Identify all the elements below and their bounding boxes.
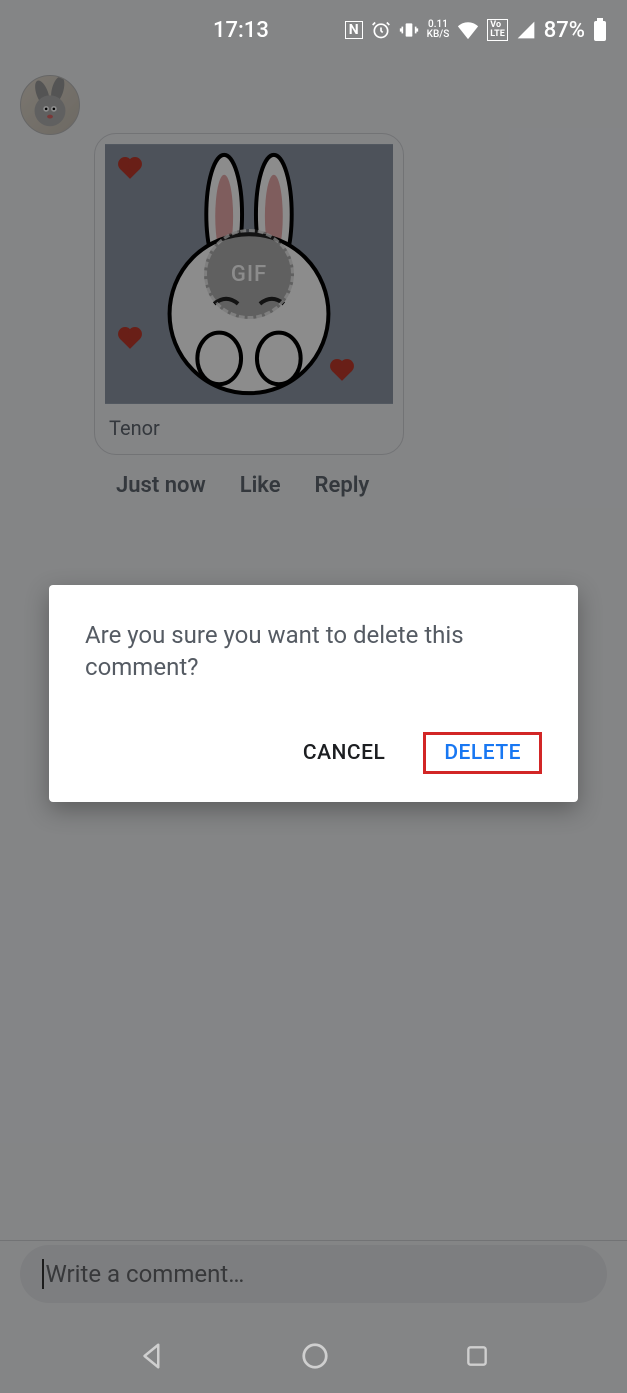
home-icon[interactable]	[300, 1341, 330, 1375]
status-time: 17:13	[213, 18, 269, 43]
battery-icon	[593, 18, 607, 42]
system-navbar	[0, 1323, 627, 1393]
recent-apps-icon[interactable]	[464, 1343, 490, 1373]
delete-confirm-dialog: Are you sure you want to delete this com…	[49, 585, 578, 802]
volte-icon: VoLTE	[487, 19, 508, 41]
alarm-icon	[371, 20, 391, 40]
nfc-icon: N	[345, 21, 363, 39]
network-speed: 0.11 KB/S	[427, 20, 450, 40]
signal-icon	[516, 20, 536, 40]
back-icon[interactable]	[137, 1341, 167, 1375]
wifi-icon	[457, 20, 479, 40]
cancel-button[interactable]: CANCEL	[289, 733, 399, 773]
vibrate-icon	[399, 20, 419, 40]
battery-percentage: 87%	[544, 18, 585, 43]
dialog-message: Are you sure you want to delete this com…	[85, 619, 542, 684]
delete-button[interactable]: DELETE	[423, 732, 542, 774]
status-bar: 17:13 N 0.11 KB/S VoLTE 87%	[0, 0, 627, 60]
